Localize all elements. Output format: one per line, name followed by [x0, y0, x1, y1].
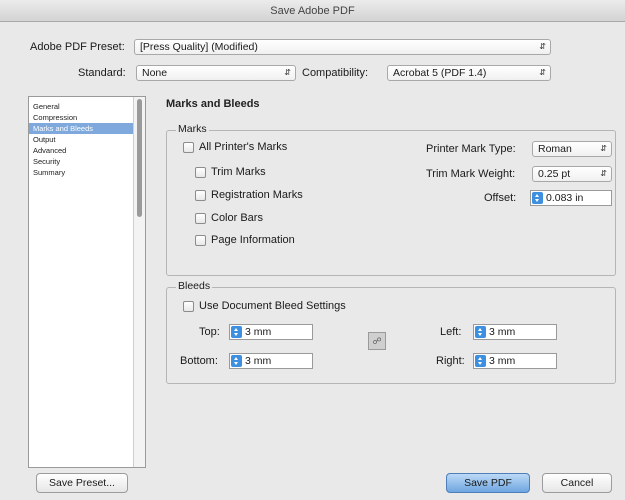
bleed-left-field[interactable]: 3 mm — [473, 324, 557, 340]
cancel-button[interactable]: Cancel — [542, 473, 612, 493]
bleed-right-value: 3 mm — [489, 355, 516, 367]
stepper-icon[interactable] — [475, 326, 486, 338]
preset-select-value: [Press Quality] (Modified) — [140, 41, 258, 53]
preset-label: Adobe PDF Preset: — [30, 41, 125, 53]
compatibility-select-value: Acrobat 5 (PDF 1.4) — [393, 67, 487, 79]
color-bars-checkbox[interactable] — [195, 213, 206, 224]
bleed-bottom-label: Bottom: — [180, 355, 218, 367]
updown-arrows-icon: ⇵ — [600, 169, 607, 178]
bleed-top-value: 3 mm — [245, 326, 272, 338]
sidebar-item-advanced[interactable]: Advanced — [29, 145, 133, 156]
all-printers-marks-label: All Printer's Marks — [199, 141, 288, 153]
preset-select[interactable]: [Press Quality] (Modified) ⇵ — [134, 39, 551, 55]
stepper-icon[interactable] — [475, 355, 486, 367]
bleed-left-value: 3 mm — [489, 326, 516, 338]
page-information-checkbox[interactable] — [195, 235, 206, 246]
bleeds-legend: Bleeds — [176, 280, 213, 292]
printer-mark-type-label: Printer Mark Type: — [426, 143, 516, 155]
offset-value: 0.083 in — [546, 192, 584, 204]
marks-legend: Marks — [176, 123, 209, 135]
category-list[interactable]: General Compression Marks and Bleeds Out… — [28, 96, 146, 468]
trim-mark-weight-value: 0.25 pt — [538, 168, 571, 180]
compatibility-label: Compatibility: — [302, 67, 369, 79]
window-title: Save Adobe PDF — [0, 0, 625, 22]
sidebar-item-summary[interactable]: Summary — [29, 167, 133, 178]
offset-label: Offset: — [484, 192, 517, 204]
printer-mark-type-value: Roman — [538, 143, 572, 155]
trim-mark-weight-select[interactable]: 0.25 pt ⇵ — [532, 166, 612, 182]
updown-arrows-icon: ⇵ — [539, 42, 546, 51]
save-preset-button[interactable]: Save Preset... — [36, 473, 128, 493]
save-pdf-button[interactable]: Save PDF — [446, 473, 530, 493]
bleed-top-label: Top: — [199, 326, 220, 338]
compatibility-select[interactable]: Acrobat 5 (PDF 1.4) ⇵ — [387, 65, 551, 81]
standard-label: Standard: — [78, 67, 126, 79]
bleed-bottom-field[interactable]: 3 mm — [229, 353, 313, 369]
printer-mark-type-select[interactable]: Roman ⇵ — [532, 141, 612, 157]
offset-field[interactable]: 0.083 in — [530, 190, 612, 206]
chain-link-icon[interactable]: ☍ — [368, 332, 386, 350]
stepper-icon[interactable] — [231, 326, 242, 338]
standard-select[interactable]: None ⇵ — [136, 65, 296, 81]
bleed-right-label: Right: — [436, 355, 465, 367]
dialog-body: Adobe PDF Preset: [Press Quality] (Modif… — [0, 22, 625, 500]
trim-marks-checkbox[interactable] — [195, 167, 206, 178]
sidebar-item-marks-and-bleeds[interactable]: Marks and Bleeds — [29, 123, 133, 134]
panel-title: Marks and Bleeds — [166, 98, 260, 110]
sidebar-scrollbar[interactable] — [133, 97, 145, 467]
updown-arrows-icon: ⇵ — [539, 68, 546, 77]
bleed-left-label: Left: — [440, 326, 462, 338]
stepper-icon[interactable] — [231, 355, 242, 367]
registration-marks-checkbox[interactable] — [195, 190, 206, 201]
stepper-icon[interactable] — [532, 192, 543, 204]
bleed-bottom-value: 3 mm — [245, 355, 272, 367]
scrollbar-thumb[interactable] — [137, 99, 142, 217]
sidebar-item-security[interactable]: Security — [29, 156, 133, 167]
trim-marks-label: Trim Marks — [211, 166, 266, 178]
sidebar-item-compression[interactable]: Compression — [29, 112, 133, 123]
use-document-bleed-label: Use Document Bleed Settings — [199, 300, 346, 312]
updown-arrows-icon: ⇵ — [600, 144, 607, 153]
sidebar-item-general[interactable]: General — [29, 101, 133, 112]
page-information-label: Page Information — [211, 234, 295, 246]
updown-arrows-icon: ⇵ — [284, 68, 291, 77]
trim-mark-weight-label: Trim Mark Weight: — [426, 168, 516, 180]
standard-select-value: None — [142, 67, 168, 79]
color-bars-label: Color Bars — [211, 212, 263, 224]
use-document-bleed-checkbox[interactable] — [183, 301, 194, 312]
bleed-top-field[interactable]: 3 mm — [229, 324, 313, 340]
all-printers-marks-checkbox[interactable] — [183, 142, 194, 153]
category-items: General Compression Marks and Bleeds Out… — [29, 97, 145, 178]
sidebar-item-output[interactable]: Output — [29, 134, 133, 145]
bleed-right-field[interactable]: 3 mm — [473, 353, 557, 369]
registration-marks-label: Registration Marks — [211, 189, 303, 201]
